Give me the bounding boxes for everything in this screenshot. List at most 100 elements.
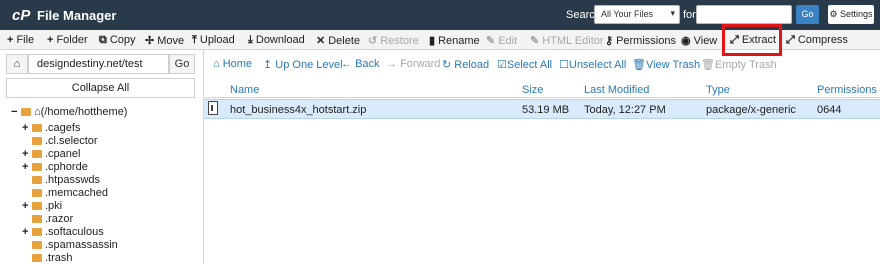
column-header-permissions[interactable]: Permissions <box>817 84 877 96</box>
search-go-button[interactable]: Go <box>796 5 819 24</box>
tree-item[interactable]: .memcached <box>22 187 108 200</box>
folder-icon <box>32 241 42 249</box>
path-go-button[interactable]: Go <box>169 54 195 74</box>
settings-label: Settings <box>840 9 873 19</box>
folder-icon <box>21 108 31 116</box>
view-trash-button[interactable]: 🗑View Trash <box>632 58 700 71</box>
view-button[interactable]: ◉ View <box>681 34 717 47</box>
tree-item[interactable]: .razor <box>22 213 73 226</box>
up-one-level-button[interactable]: ↥ Up One Level <box>263 58 343 71</box>
plus-icon[interactable]: + <box>22 148 32 160</box>
html-editor-button[interactable]: ✎ HTML Editor <box>530 34 604 47</box>
search-input[interactable] <box>696 5 792 24</box>
upload-icon: ⤒ <box>192 34 197 46</box>
home-icon-button[interactable]: ⌂ <box>6 54 28 74</box>
download-label: Download <box>255 34 305 46</box>
tree-root[interactable]: − ⌂(/home/hottheme) <box>11 106 127 119</box>
plus-icon[interactable]: + <box>22 200 32 212</box>
column-header-type[interactable]: Type <box>706 84 730 96</box>
for-label: for <box>683 9 696 21</box>
forward-label: Forward <box>400 58 441 70</box>
tree-item[interactable]: .trash <box>22 252 73 264</box>
select-all-button[interactable]: ☑Select All <box>497 58 552 71</box>
edit-button[interactable]: ✎ Edit <box>486 34 517 47</box>
rename-label: Rename <box>438 35 480 47</box>
gear-icon: ⚙ <box>829 9 838 19</box>
folder-icon <box>32 137 42 145</box>
up-one-level-label: Up One Level <box>275 59 343 71</box>
extract-highlight-box <box>722 24 782 56</box>
trash-icon: 🗑 <box>701 59 715 71</box>
plus-icon: + <box>47 34 54 46</box>
tree-item[interactable]: + .cpanel <box>22 148 80 161</box>
tree-item[interactable]: + .cphorde <box>22 161 88 174</box>
restore-button[interactable]: ↺ Restore <box>368 34 419 47</box>
column-header-last-modified[interactable]: Last Modified <box>584 84 649 96</box>
restore-label: Restore <box>380 35 419 47</box>
delete-button[interactable]: ✕ Delete <box>316 34 360 47</box>
reload-icon: ↻ <box>442 59 455 71</box>
app-title: File Manager <box>37 8 117 23</box>
home-label: Home <box>222 58 253 70</box>
tree-item[interactable]: + .softaculous <box>22 226 104 239</box>
back-button[interactable]: ← Back <box>341 58 380 70</box>
move-label: Move <box>157 35 185 47</box>
folder-icon <box>32 124 42 132</box>
back-label: Back <box>355 58 380 70</box>
edit-label: Edit <box>498 35 518 47</box>
checkbox-empty-icon: ☐ <box>559 59 569 71</box>
key-icon: ⚷ <box>605 35 614 47</box>
reload-button[interactable]: ↻ Reload <box>442 58 489 71</box>
minus-icon[interactable]: − <box>11 106 21 118</box>
copy-icon: ⧉ <box>99 34 107 46</box>
upload-button[interactable]: ⤒ Upload <box>192 34 235 47</box>
permissions-button[interactable]: ⚷ Permissions <box>605 34 676 47</box>
unselect-all-button[interactable]: ☐Unselect All <box>559 58 626 71</box>
column-header-name[interactable]: Name <box>230 84 259 96</box>
tree-root-label: (/home/hottheme) <box>40 106 128 118</box>
path-input[interactable]: designdestiny.net/test <box>28 54 169 74</box>
eye-icon: ◉ <box>681 35 691 47</box>
empty-trash-button[interactable]: 🗑Empty Trash <box>701 58 777 71</box>
html-editor-label: HTML Editor <box>542 35 604 47</box>
zip-file-icon <box>208 101 218 115</box>
plus-icon[interactable]: + <box>22 226 32 238</box>
column-header-size[interactable]: Size <box>522 84 543 96</box>
collapse-all-button[interactable]: Collapse All <box>6 78 195 98</box>
folder-icon <box>32 163 42 171</box>
plus-icon[interactable]: + <box>22 122 32 134</box>
file-size: 53.19 MB <box>522 104 570 116</box>
settings-button[interactable]: ⚙ Settings <box>828 5 874 24</box>
upload-label: Upload <box>199 34 235 46</box>
new-file-button[interactable]: + File <box>7 34 34 46</box>
close-icon: ✕ <box>316 35 326 47</box>
compress-button[interactable]: ⤢ Compress <box>786 34 848 47</box>
plus-icon[interactable]: + <box>22 161 32 173</box>
tree-item-label: .memcached <box>45 187 108 199</box>
tree-item[interactable]: + .pki <box>22 200 62 213</box>
level-up-icon: ↥ <box>263 59 276 71</box>
new-folder-label: Folder <box>56 34 88 46</box>
folder-icon <box>32 254 42 262</box>
tree-item[interactable]: .spamassassin <box>22 239 118 252</box>
tree-item[interactable]: .htpasswds <box>22 174 100 187</box>
header-divider <box>204 97 880 98</box>
tree-item[interactable]: + .cagefs <box>22 122 80 135</box>
search-scope-select[interactable]: All Your Files ▾ <box>594 5 680 24</box>
move-button[interactable]: ✢ Move <box>145 34 184 47</box>
forward-button[interactable]: → Forward <box>386 58 440 70</box>
view-label: View <box>693 35 718 47</box>
tree-item-label: .htpasswds <box>45 174 101 186</box>
tree-item[interactable]: .cl.selector <box>22 135 98 148</box>
new-file-label: File <box>16 34 35 46</box>
home-button[interactable]: ⌂ Home <box>213 58 252 70</box>
copy-button[interactable]: ⧉ Copy <box>99 34 136 47</box>
checkbox-checked-icon: ☑ <box>497 59 507 71</box>
new-folder-button[interactable]: + Folder <box>47 34 88 46</box>
compress-icon: ⤢ <box>786 34 795 46</box>
home-icon: ⌂ <box>34 106 41 118</box>
rename-button[interactable]: ▮ Rename <box>429 34 480 47</box>
download-button[interactable]: ⤓ Download <box>248 34 305 47</box>
tree-item-label: .trash <box>45 252 73 264</box>
folder-icon <box>32 228 42 236</box>
